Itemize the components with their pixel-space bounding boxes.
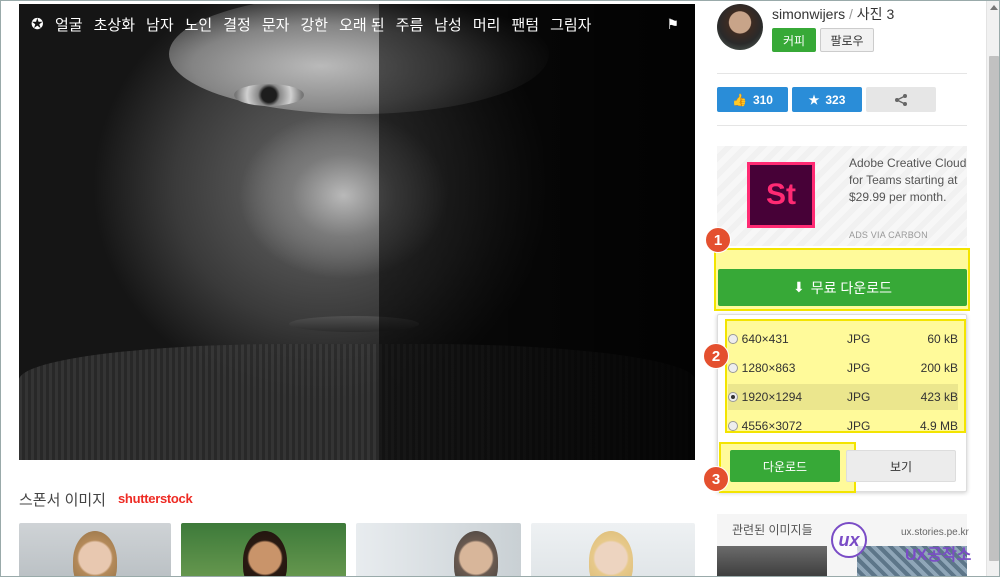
tag-link[interactable]: 그림자 <box>550 14 591 35</box>
like-button[interactable]: 👍 310 <box>717 87 788 112</box>
author-line: simonwijers / 사진 3 <box>772 4 894 24</box>
radio-button-checked[interactable] <box>728 392 738 402</box>
free-download-label: 무료 다운로드 <box>810 279 892 296</box>
step-marker-1: 1 <box>705 227 731 253</box>
tag-link[interactable]: 초상화 <box>94 14 135 35</box>
radio-button[interactable] <box>728 334 738 344</box>
option-resolution: 1920×1294 <box>741 390 803 404</box>
tag-link[interactable]: 노인 <box>185 14 213 35</box>
share-icon <box>895 93 907 106</box>
related-thumb[interactable] <box>717 546 827 576</box>
shutterstock-logo[interactable]: shutterstock <box>118 491 193 506</box>
sponsor-title: 스폰서 이미지 <box>19 492 106 509</box>
option-format: JPG <box>846 361 871 375</box>
option-resolution: 640×431 <box>741 332 789 346</box>
tag-list: ✪ 얼굴 초상화 남자 노인 결정 문자 강한 오래 된 주름 남성 머리 팬텀… <box>31 14 602 35</box>
tag-link[interactable]: 얼굴 <box>55 14 83 35</box>
download-options-panel: 640×431 JPG 60 kB 1280×863 JPG 200 kB 19… <box>717 314 967 493</box>
like-count: 310 <box>752 92 773 107</box>
tag-link[interactable]: 강한 <box>300 14 328 35</box>
tag-link[interactable]: 결정 <box>223 14 251 35</box>
author-name[interactable]: simonwijers <box>772 6 845 22</box>
option-size: 60 kB <box>927 332 958 346</box>
flag-icon[interactable]: ⚑ <box>666 16 679 33</box>
tag-link[interactable]: 머리 <box>473 14 501 35</box>
star-icon: ★ <box>808 92 820 107</box>
size-option[interactable]: 4556×3072 JPG 4.9 MB <box>728 413 958 439</box>
option-resolution: 4556×3072 <box>741 419 803 433</box>
ad-via-label[interactable]: ADS VIA CARBON <box>849 230 928 240</box>
watermark-name: UX공작소 <box>905 547 972 564</box>
ad-text[interactable]: Adobe Creative Cloud for Teams starting … <box>849 155 967 206</box>
step-marker-3: 3 <box>703 466 729 492</box>
hero-shadow <box>379 4 695 460</box>
scroll-thumb[interactable] <box>989 56 999 561</box>
tag-link[interactable]: 팬텀 <box>511 14 539 35</box>
avatar[interactable] <box>717 4 763 50</box>
page: ✪ 얼굴 초상화 남자 노인 결정 문자 강한 오래 된 주름 남성 머리 팬텀… <box>0 0 1000 577</box>
tag-link[interactable]: 문자 <box>262 14 290 35</box>
option-format: JPG <box>846 390 871 404</box>
sponsor-thumb[interactable] <box>531 523 695 576</box>
watermark-url: ux.stories.pe.kr <box>901 527 969 538</box>
radio-button[interactable] <box>728 421 738 431</box>
coffee-button[interactable]: 커피 <box>772 28 816 52</box>
size-option[interactable]: 640×431 JPG 60 kB <box>728 326 958 352</box>
award-icon: ✪ <box>31 15 44 33</box>
free-download-button[interactable]: ⬇ 무료 다운로드 <box>718 269 967 306</box>
tag-link[interactable]: 남성 <box>434 14 462 35</box>
radio-button[interactable] <box>728 363 738 373</box>
star-count: 323 <box>825 92 846 107</box>
tag-link[interactable]: 오래 된 <box>339 14 385 35</box>
divider <box>717 73 967 74</box>
scrollbar[interactable] <box>986 1 999 576</box>
option-size: 423 kB <box>920 390 958 404</box>
sponsor-thumbnails <box>19 523 695 576</box>
download-button[interactable]: 다운로드 <box>730 450 840 482</box>
tag-link[interactable]: 남자 <box>146 14 174 35</box>
adobe-stock-logo: St <box>747 162 815 228</box>
sponsor-thumb[interactable] <box>19 523 171 576</box>
share-button[interactable] <box>866 87 936 112</box>
sponsor-thumb[interactable] <box>356 523 521 576</box>
option-format: JPG <box>846 332 871 346</box>
divider <box>717 125 967 126</box>
scroll-up-arrow-icon[interactable] <box>990 5 998 10</box>
sidebar: simonwijers / 사진 3 커피 팔로우 👍 310 ★ 323 St… <box>703 1 970 576</box>
watermark: ux ux.stories.pe.kr UX공작소 <box>831 519 986 576</box>
follow-button[interactable]: 팔로우 <box>820 28 874 52</box>
ux-logo: ux <box>831 522 867 558</box>
hero-eye <box>234 84 304 106</box>
option-size: 200 kB <box>920 361 958 375</box>
favorite-button[interactable]: ★ 323 <box>792 87 862 112</box>
download-icon: ⬇ <box>793 279 805 295</box>
thumbs-up-icon: 👍 <box>732 92 747 107</box>
sponsor-thumb[interactable] <box>181 523 346 576</box>
step-marker-2: 2 <box>703 343 729 369</box>
option-format: JPG <box>846 419 871 433</box>
tag-link[interactable]: 주름 <box>396 14 424 35</box>
carbon-ad[interactable]: St Adobe Creative Cloud for Teams starti… <box>717 146 967 246</box>
option-size: 4.9 MB <box>919 419 958 433</box>
hero-photo[interactable]: ✪ 얼굴 초상화 남자 노인 결정 문자 강한 오래 된 주름 남성 머리 팬텀… <box>19 4 695 460</box>
size-option-selected[interactable]: 1920×1294 JPG 423 kB <box>728 384 958 410</box>
author-separator: / <box>849 6 853 22</box>
option-resolution: 1280×863 <box>741 361 796 375</box>
size-option[interactable]: 1280×863 JPG 200 kB <box>728 355 958 381</box>
author-photos[interactable]: 사진 3 <box>857 6 894 22</box>
related-title: 관련된 이미지들 <box>732 523 813 537</box>
view-button[interactable]: 보기 <box>846 450 956 482</box>
